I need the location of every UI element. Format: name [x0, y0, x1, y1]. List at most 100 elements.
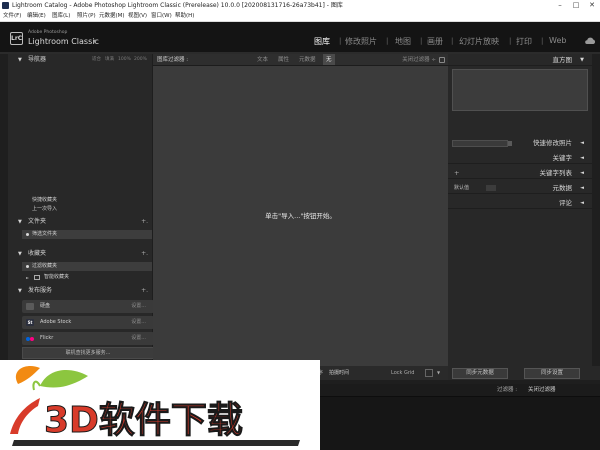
publish-service-flickr[interactable]: Flickr 设置...	[22, 332, 154, 345]
collapse-triangle-icon: ◄	[580, 200, 584, 206]
menu-window[interactable]: 窗口(W)	[151, 11, 172, 22]
module-separator: |	[541, 37, 544, 45]
brand-small: Adobe Photoshop	[28, 30, 68, 35]
filter-tab-none[interactable]: 无	[323, 54, 335, 65]
collapse-triangle-icon: ◄	[580, 155, 584, 161]
module-separator: |	[386, 37, 389, 45]
hard-drive-icon	[26, 303, 34, 310]
lrc-logo: LrC	[10, 32, 23, 45]
toolbar-menu-caret-icon[interactable]: ▼	[437, 366, 440, 380]
find-more-services-button[interactable]: 联机查找更多服务...	[22, 347, 154, 359]
flickr-icon	[26, 335, 34, 342]
service-name: Flickr	[40, 335, 54, 341]
catalog-item-quick-collection[interactable]: 快捷收藏夹	[22, 196, 152, 205]
collection-smart[interactable]: ► 智能收藏夹	[22, 273, 152, 282]
left-panel-collapse-strip[interactable]	[0, 54, 8, 366]
expand-triangle-icon[interactable]: ►	[26, 273, 29, 282]
collection-label: 智能收藏夹	[44, 274, 70, 280]
filmstrip-filter-dropdown[interactable]: 关闭过滤器	[528, 384, 556, 396]
menu-view[interactable]: 视图(V)	[128, 11, 147, 22]
smart-collection-icon	[34, 275, 40, 280]
metadata-preset-dropdown[interactable]: 默认值	[454, 182, 497, 194]
service-name: Adobe Stock	[40, 319, 72, 325]
keywording-header[interactable]: 关键字 ◄	[448, 152, 592, 164]
filter-bar-label: 图库过滤器 :	[157, 57, 189, 63]
identity-menu-caret-icon[interactable]: ▼	[93, 39, 97, 45]
publish-service-adobe-stock[interactable]: St Adobe Stock 设置...	[22, 316, 154, 329]
keyword-list-header[interactable]: + 关键字列表 ◄	[448, 167, 592, 179]
minimize-icon[interactable]: –	[552, 0, 568, 11]
module-print[interactable]: 打印	[516, 36, 532, 47]
add-collection-icon[interactable]: +.	[141, 248, 148, 260]
sort-dropdown[interactable]: 拍摄时间	[329, 366, 349, 380]
sync-settings-button[interactable]: 同步设置	[524, 368, 580, 379]
comments-header[interactable]: 评论 ◄	[448, 197, 592, 209]
module-bar: LrC Adobe Photoshop Lightroom Classic ▼ …	[0, 22, 600, 52]
brand-main: Lightroom Classic	[28, 37, 99, 46]
zoom-fill[interactable]: 填满	[105, 54, 114, 66]
app-icon	[2, 2, 9, 9]
filter-tab-text[interactable]: 文本	[257, 54, 268, 66]
zoom-200[interactable]: 200%	[134, 54, 147, 66]
menu-metadata[interactable]: 元数据(M)	[99, 11, 125, 22]
publish-service-hard-drive[interactable]: 硬盘 设置...	[22, 300, 154, 313]
module-map[interactable]: 地图	[395, 36, 411, 47]
window-title: Lightroom Catalog - Adobe Photoshop Ligh…	[12, 2, 343, 9]
folder-filter-field[interactable]: 筛选文件夹	[22, 230, 152, 239]
folders-title: 文件夹	[28, 218, 47, 225]
filter-tab-attribute[interactable]: 属性	[278, 54, 289, 66]
collapse-triangle-icon: ▼	[18, 57, 22, 63]
menu-help[interactable]: 帮助(H)	[175, 11, 194, 22]
menu-library[interactable]: 图库(L)	[52, 11, 70, 22]
module-book[interactable]: 画册	[427, 36, 443, 47]
folders-header[interactable]: ▼ 文件夹 +.	[8, 216, 152, 228]
service-settings-button[interactable]: 设置...	[131, 332, 146, 345]
filmstrip-filter-label: 过滤器 :	[497, 387, 518, 393]
collapse-triangle-icon: ▼	[580, 57, 584, 63]
histogram-area	[452, 69, 588, 111]
collapse-triangle-icon: ▼	[18, 288, 22, 294]
lock-icon[interactable]	[439, 57, 445, 63]
module-slideshow[interactable]: 幻灯片放映	[459, 36, 499, 47]
comments-title: 评论	[559, 199, 572, 207]
zoom-fit[interactable]: 适合	[92, 54, 101, 66]
metadata-header[interactable]: 默认值 元数据 ◄	[448, 182, 592, 194]
collections-header[interactable]: ▼ 收藏夹 +.	[8, 248, 152, 260]
publish-services-header[interactable]: ▼ 发布服务 +.	[8, 285, 152, 297]
thumbnail-size-icon[interactable]	[425, 369, 433, 377]
add-keyword-icon[interactable]: +	[454, 167, 459, 179]
menu-edit[interactable]: 编辑(E)	[27, 11, 46, 22]
module-separator: |	[451, 37, 454, 45]
quick-develop-preset-dropdown[interactable]	[452, 140, 512, 147]
zoom-100[interactable]: 100%	[118, 54, 131, 66]
sync-metadata-button[interactable]: 同步元数据	[452, 368, 508, 379]
menu-file[interactable]: 文件(F)	[3, 11, 21, 22]
catalog-item-label: 上一次导入	[32, 206, 58, 212]
maximize-icon[interactable]: □	[568, 0, 584, 11]
navigator-title: 导航器	[28, 56, 47, 63]
close-icon[interactable]: ✕	[584, 0, 600, 11]
search-icon	[26, 265, 29, 268]
histogram-header[interactable]: 直方图 ▼	[448, 54, 592, 66]
catalog-item-previous-import[interactable]: 上一次导入	[22, 205, 152, 214]
module-separator: |	[509, 37, 512, 45]
collapse-triangle-icon: ◄	[580, 170, 584, 176]
module-library[interactable]: 图库	[314, 36, 330, 47]
module-develop[interactable]: 修改照片	[345, 36, 377, 47]
filter-tab-metadata[interactable]: 元数据	[299, 54, 316, 66]
collection-filter-field[interactable]: 过滤收藏夹	[22, 262, 152, 271]
navigator-header[interactable]: ▼ 导航器 适合 填满 100% 200%	[8, 54, 152, 66]
lock-grid-toggle[interactable]: Lock Grid	[391, 366, 414, 380]
menu-photo[interactable]: 照片(P)	[77, 11, 96, 22]
collapse-triangle-icon: ◄	[580, 185, 584, 191]
add-folder-icon[interactable]: +.	[141, 216, 148, 228]
module-separator: |	[339, 37, 342, 45]
filter-presets-dropdown[interactable]: 关闭过滤器 ÷	[402, 54, 436, 66]
service-settings-button[interactable]: 设置...	[131, 300, 146, 313]
service-name: 硬盘	[40, 303, 51, 309]
service-settings-button[interactable]: 设置...	[131, 316, 146, 329]
right-panel-collapse-strip[interactable]	[592, 54, 600, 366]
module-web[interactable]: Web	[549, 36, 566, 45]
cloud-icon[interactable]	[584, 37, 596, 45]
add-publish-service-icon[interactable]: +.	[141, 285, 148, 297]
